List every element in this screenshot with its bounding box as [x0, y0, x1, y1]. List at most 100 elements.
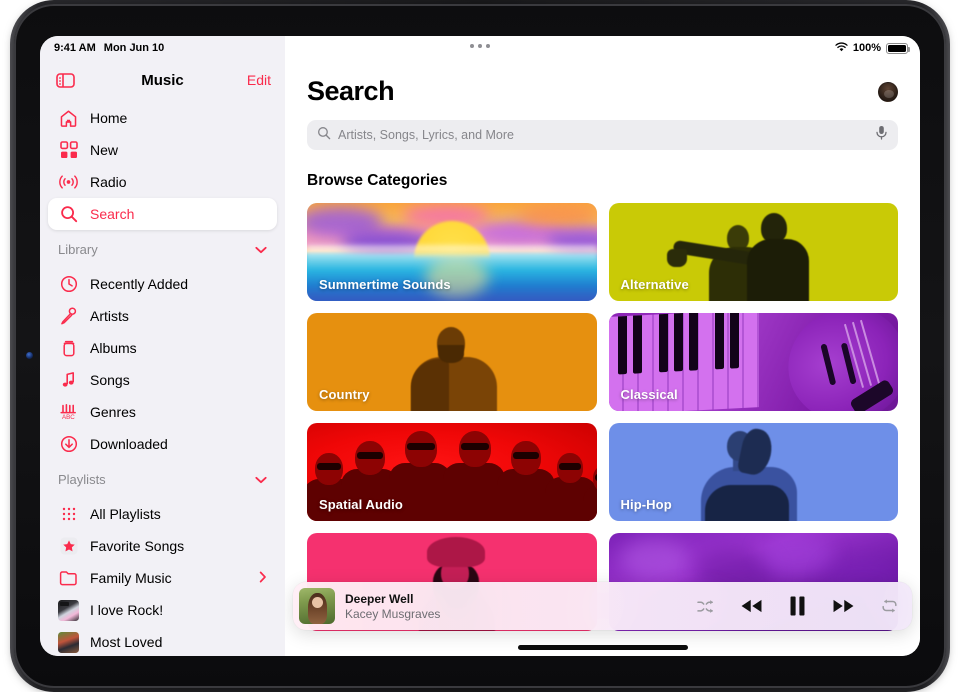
radio-waves-icon [58, 172, 79, 193]
sidebar-item-all-playlists[interactable]: All Playlists [48, 498, 277, 530]
repeat-button[interactable] [881, 598, 898, 614]
sidebar-item-label: Recently Added [90, 276, 189, 292]
microphone-icon [58, 306, 79, 327]
sidebar-item-songs[interactable]: Songs [48, 364, 277, 396]
sidebar-primary-nav: Home New Radio Search [40, 98, 285, 230]
section-label: Library [58, 241, 98, 257]
grid-icon [58, 140, 79, 161]
sidebar-item-i-love-rock[interactable]: I love Rock! [48, 594, 277, 626]
account-avatar[interactable] [878, 81, 898, 102]
sidebar-item-label: New [90, 142, 119, 158]
search-input[interactable]: Artists, Songs, Lyrics, and More [307, 120, 898, 150]
now-playing-text: Deeper Well Kacey Musgraves [345, 592, 440, 621]
category-tile-summertime-sounds[interactable]: Summertime Sounds [307, 203, 597, 301]
multitasking-handle[interactable] [470, 44, 490, 48]
sidebar-item-label: Home [90, 110, 128, 126]
sidebar-section-playlists[interactable]: Playlists [40, 464, 285, 494]
sidebar-item-downloaded[interactable]: Downloaded [48, 428, 277, 460]
tile-label: Country [319, 387, 370, 402]
sidebar-item-label: Favorite Songs [90, 538, 185, 554]
folder-icon [58, 568, 79, 589]
sidebar-item-label: Songs [90, 372, 130, 388]
rewind-button[interactable] [740, 598, 763, 614]
search-icon [317, 126, 331, 145]
sidebar-item-family-music[interactable]: Family Music [48, 562, 277, 594]
sidebar-item-favorite-songs[interactable]: Favorite Songs [48, 530, 277, 562]
music-note-icon [58, 370, 79, 391]
sidebar-item-most-loved[interactable]: Most Loved [48, 626, 277, 656]
sidebar-item-label: Artists [90, 308, 129, 324]
pause-button[interactable] [789, 596, 806, 616]
svg-text:ABC: ABC [62, 414, 75, 421]
playlist-grid-icon [58, 504, 79, 525]
album-icon [58, 338, 79, 359]
sidebar-item-recently-added[interactable]: Recently Added [48, 268, 277, 300]
status-bar-left: 9:41 AM Mon Jun 10 [54, 42, 164, 54]
tile-label: Classical [620, 387, 678, 402]
sidebar-item-label: Albums [90, 340, 137, 356]
sidebar-item-label: Downloaded [90, 436, 168, 452]
search-icon [58, 204, 79, 225]
house-icon [58, 108, 79, 129]
clock-icon [58, 274, 79, 295]
sidebar-header: Music Edit [40, 62, 285, 98]
download-arrow-icon [58, 434, 79, 455]
now-playing-artist: Kacey Musgraves [345, 606, 441, 621]
chevron-down-icon[interactable] [255, 472, 267, 487]
genres-icon: ABC [58, 402, 79, 423]
sidebar-item-label: Radio [90, 174, 127, 190]
microphone-icon[interactable] [875, 125, 888, 145]
chevron-right-icon[interactable] [259, 571, 267, 586]
playlist-artwork [58, 599, 79, 621]
search-placeholder: Artists, Songs, Lyrics, and More [338, 128, 514, 142]
tile-label: Hip-Hop [620, 497, 672, 512]
sidebar-item-label: All Playlists [90, 506, 161, 522]
sidebar-item-label: I love Rock! [90, 602, 164, 618]
sidebar-item-label: Genres [90, 404, 136, 420]
sidebar-item-label: Search [90, 206, 135, 222]
category-tile-classical[interactable]: Classical [608, 313, 898, 411]
chevron-down-icon[interactable] [255, 242, 267, 257]
home-indicator[interactable] [517, 645, 688, 650]
wifi-icon [835, 41, 848, 55]
sidebar-item-new[interactable]: New [48, 134, 277, 166]
tablet-screen: 9:41 AM Mon Jun 10 100% Music Edit Home … [40, 36, 920, 656]
sidebar-item-radio[interactable]: Radio [48, 166, 277, 198]
sidebar-item-albums[interactable]: Albums [48, 332, 277, 364]
sidebar: Music Edit Home New Radio Search Library… [40, 36, 285, 656]
fast-forward-button[interactable] [832, 598, 855, 614]
sidebar-playlists-list: All Playlists Favorite Songs Family Musi… [40, 494, 285, 656]
browse-categories-heading: Browse Categories [307, 172, 448, 189]
album-artwork[interactable] [299, 588, 335, 624]
playback-controls [697, 596, 898, 616]
tile-label: Spatial Audio [319, 497, 403, 512]
status-bar: 9:41 AM Mon Jun 10 100% [40, 36, 920, 60]
section-label: Playlists [58, 471, 106, 487]
sidebar-item-label: Most Loved [90, 634, 163, 650]
sidebar-item-artists[interactable]: Artists [48, 300, 277, 332]
edit-button[interactable]: Edit [247, 72, 271, 88]
sidebar-item-label: Family Music [90, 570, 172, 586]
category-tile-alternative[interactable]: Alternative [608, 203, 898, 301]
category-tile-hip-hop[interactable]: Hip-Hop [608, 423, 898, 521]
playlist-artwork [58, 631, 79, 653]
sidebar-item-search[interactable]: Search [48, 198, 277, 230]
category-tile-spatial-audio[interactable]: Spatial Audio [307, 423, 597, 521]
status-bar-right: 100% [835, 41, 910, 55]
category-tile-country[interactable]: Country [307, 313, 597, 411]
status-time: 9:41 AM [54, 42, 96, 54]
sidebar-section-library[interactable]: Library [40, 234, 285, 264]
page-header: Search [307, 76, 898, 107]
star-icon [58, 536, 79, 557]
battery-icon [886, 42, 910, 54]
page-title: Search [307, 76, 395, 106]
tile-label: Alternative [620, 277, 689, 292]
sidebar-toggle-icon[interactable] [54, 69, 76, 91]
mini-player[interactable]: Deeper Well Kacey Musgraves [293, 582, 912, 630]
sidebar-item-genres[interactable]: ABC Genres [48, 396, 277, 428]
shuffle-button[interactable] [697, 599, 714, 614]
sidebar-item-home[interactable]: Home [48, 102, 277, 134]
now-playing-title: Deeper Well [345, 591, 414, 606]
sidebar-library-list: Recently Added Artists Albums Songs ABC … [40, 264, 285, 460]
tile-label: Summertime Sounds [319, 277, 451, 292]
